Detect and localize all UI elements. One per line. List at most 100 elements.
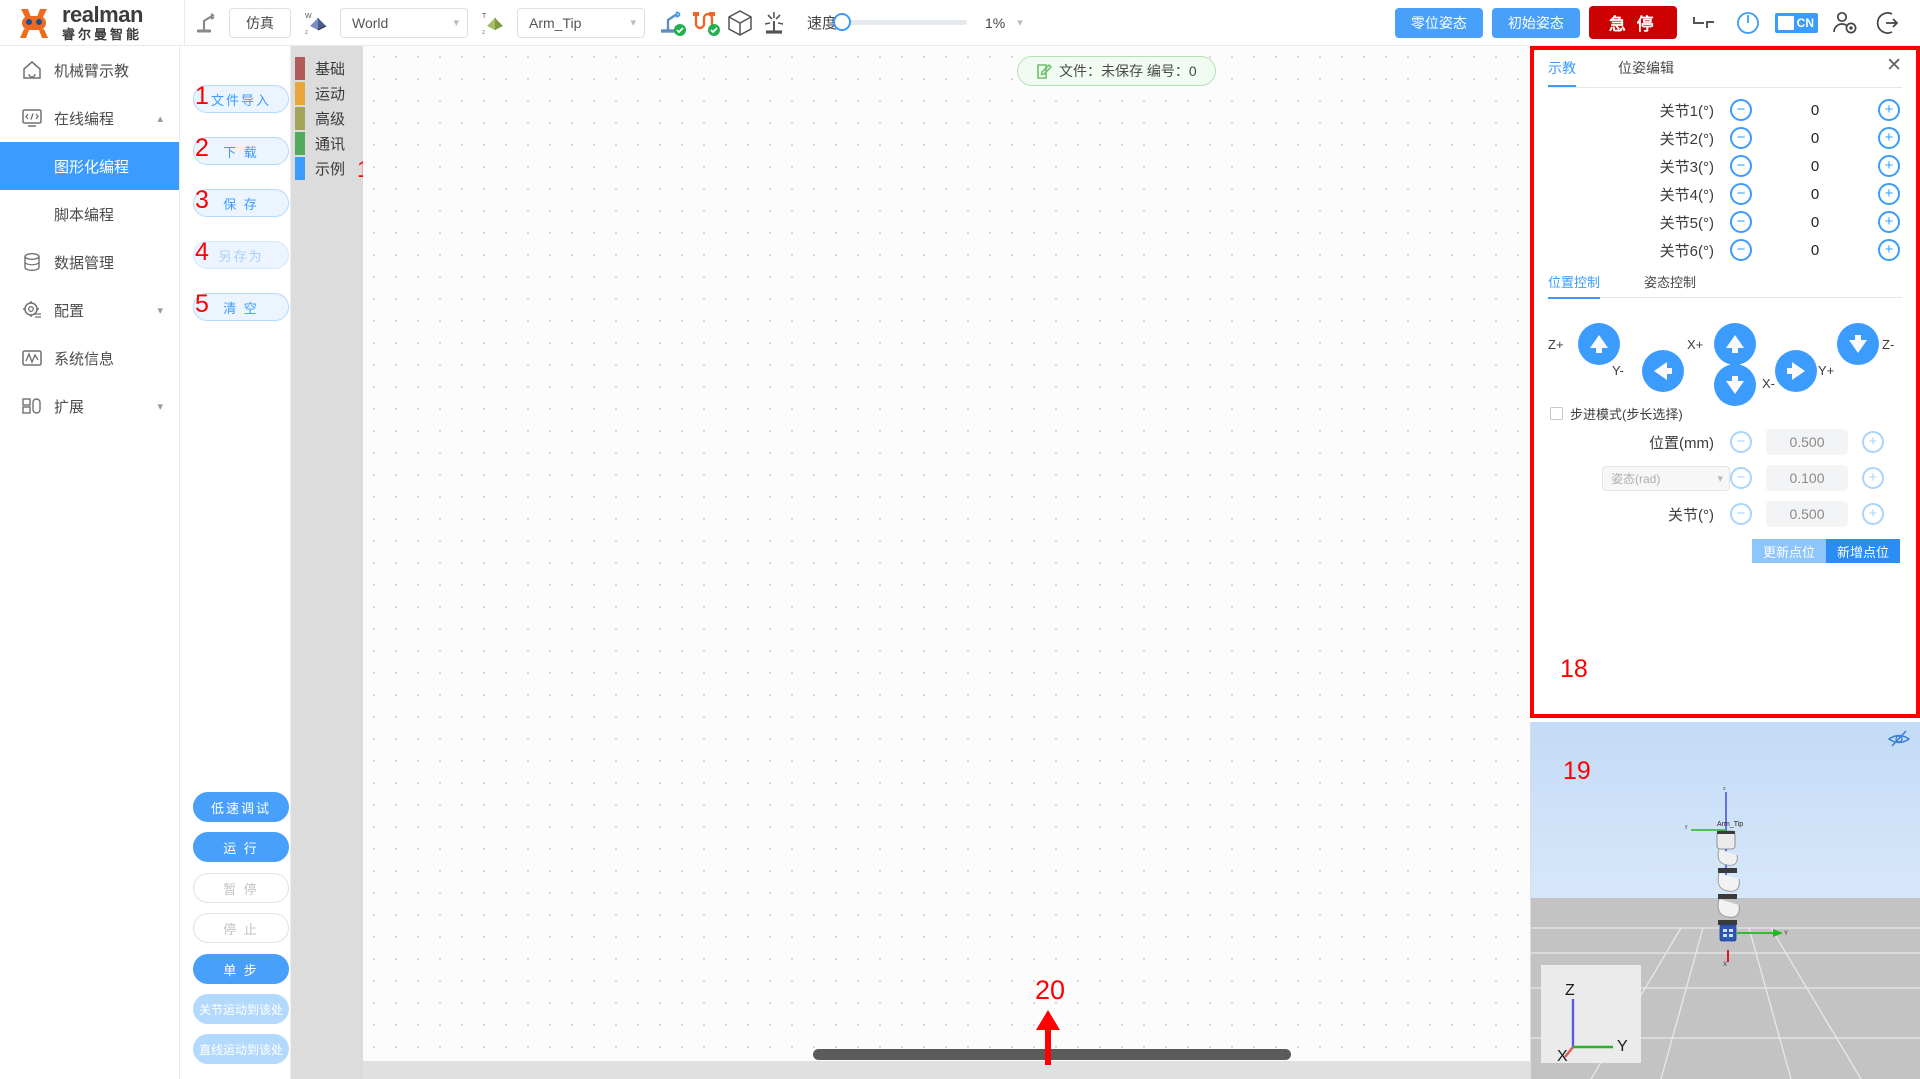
sidebar-item-data-management[interactable]: 数据管理	[0, 238, 179, 286]
run-button[interactable]: 运 行	[193, 832, 289, 862]
sidebar: 机械臂示教 在线编程 ▴ 图形化编程 脚本编程	[0, 46, 180, 1079]
joint-decrement-button[interactable]: −	[1730, 155, 1752, 177]
joint-row: 关节5(°) − 0 +	[1550, 208, 1900, 236]
jog-button-z-plus[interactable]	[1578, 323, 1620, 365]
cube-icon[interactable]	[723, 6, 757, 40]
chevron-down-icon: ▾	[630, 16, 636, 29]
svg-text:X: X	[1557, 1048, 1568, 1063]
language-icon[interactable]: CN	[1775, 13, 1818, 33]
palette-item-advanced[interactable]: 高级	[291, 106, 363, 131]
palette-item-communication[interactable]: 通讯	[291, 131, 363, 156]
annotation-3: 3	[195, 186, 209, 215]
step-attitude-input[interactable]: 0.100	[1766, 465, 1848, 491]
close-icon[interactable]: ✕	[1886, 56, 1902, 75]
step-attitude-row: 姿态(rad) ▾ − 0.100 +	[1550, 461, 1900, 495]
joint-increment-button[interactable]: +	[1878, 239, 1900, 261]
jog-button-z-minus[interactable]	[1837, 323, 1879, 365]
robot-arm-status-icon[interactable]	[655, 6, 689, 40]
cable-status-icon[interactable]	[689, 6, 723, 40]
joint-increment-button[interactable]: +	[1878, 155, 1900, 177]
world-frame-select[interactable]: World ▾	[340, 8, 468, 38]
sidebar-item-graphical-programming[interactable]: 图形化编程	[0, 142, 179, 190]
tab-position-control[interactable]: 位置控制	[1548, 272, 1600, 299]
collapse-icon[interactable]	[1687, 6, 1721, 40]
tool-frame-icon[interactable]: T z	[478, 6, 512, 40]
stop-button[interactable]: 停 止	[193, 913, 289, 943]
teach-arm-icon[interactable]	[189, 6, 223, 40]
palette-item-motion[interactable]: 运动	[291, 81, 363, 106]
sidebar-item-config[interactable]: 配置 ▾	[0, 286, 179, 334]
speed-chevron-down-icon[interactable]: ▾	[1017, 16, 1023, 29]
update-point-button[interactable]: 更新点位	[1752, 539, 1826, 563]
single-step-button[interactable]: 单 步	[193, 954, 289, 984]
svg-text:z: z	[1723, 786, 1726, 792]
jog-button-y-minus[interactable]	[1642, 350, 1684, 392]
workspace-canvas[interactable]: 文件：未保存 编号：0	[363, 46, 1530, 1079]
robot-3d-viewport[interactable]: z y Arm_Tip Y X	[1530, 722, 1920, 1079]
sidebar-item-script-programming[interactable]: 脚本编程	[0, 190, 179, 238]
tool-frame-select[interactable]: Arm_Tip ▾	[517, 8, 645, 38]
file-status-badge[interactable]: 文件：未保存 编号：0	[1017, 56, 1216, 86]
joint-decrement-button[interactable]: −	[1730, 127, 1752, 149]
user-settings-icon[interactable]	[1828, 6, 1862, 40]
step-position-input[interactable]: 0.500	[1766, 429, 1848, 455]
chevron-up-icon: ▴	[157, 112, 163, 125]
jog-button-y-plus[interactable]	[1775, 350, 1817, 392]
joint-increment-button[interactable]: +	[1878, 127, 1900, 149]
joint-decrement-button[interactable]: −	[1730, 183, 1752, 205]
sidebar-item-teach[interactable]: 机械臂示教	[0, 46, 179, 94]
sidebar-item-extensions[interactable]: 扩展 ▾	[0, 382, 179, 430]
step-position-decrement-button[interactable]: −	[1730, 431, 1752, 453]
joint-move-here-button[interactable]: 关节运动到该处	[193, 994, 289, 1024]
linear-move-here-button[interactable]: 直线运动到该处	[193, 1034, 289, 1064]
add-point-button[interactable]: 新增点位	[1826, 539, 1900, 563]
toolbar-divider	[184, 0, 185, 46]
eye-off-icon[interactable]	[1888, 729, 1910, 754]
palette-item-basic[interactable]: 基础	[291, 56, 363, 81]
step-mode-checkbox[interactable]	[1550, 407, 1563, 420]
step-position-increment-button[interactable]: +	[1862, 431, 1884, 453]
sidebar-item-system-info[interactable]: 系统信息	[0, 334, 179, 382]
step-attitude-select[interactable]: 姿态(rad) ▾	[1602, 466, 1730, 491]
world-frame-icon[interactable]: W z	[301, 6, 335, 40]
zero-pose-button[interactable]: 零位姿态	[1395, 8, 1483, 38]
robot-arm-model: z y Arm_Tip Y X	[1671, 784, 1801, 1024]
logout-icon[interactable]	[1872, 6, 1906, 40]
palette-item-example[interactable]: 示例	[291, 156, 363, 181]
jog-button-x-plus[interactable]	[1714, 323, 1756, 365]
low-speed-debug-button[interactable]: 低速调试	[193, 792, 289, 822]
world-frame-value: World	[352, 15, 388, 31]
control-tabbar: 位置控制 姿态控制	[1548, 272, 1902, 298]
tab-teach[interactable]: 示教	[1548, 58, 1576, 87]
step-attitude-decrement-button[interactable]: −	[1730, 467, 1752, 489]
jog-button-x-minus[interactable]	[1714, 364, 1756, 406]
svg-text:Y: Y	[1784, 931, 1788, 937]
joint-value: 0	[1752, 214, 1878, 231]
joint-decrement-button[interactable]: −	[1730, 239, 1752, 261]
tab-attitude-control[interactable]: 姿态控制	[1644, 272, 1696, 297]
power-icon[interactable]	[1731, 6, 1765, 40]
joint-decrement-button[interactable]: −	[1730, 99, 1752, 121]
tab-pose-edit[interactable]: 位姿编辑	[1618, 58, 1674, 85]
step-joint-increment-button[interactable]: +	[1862, 503, 1884, 525]
joint-increment-button[interactable]: +	[1878, 99, 1900, 121]
gear-icon	[20, 299, 44, 321]
brand-logo[interactable]: realman 睿尔曼智能	[0, 4, 180, 41]
teach-pendant-icon[interactable]	[757, 6, 791, 40]
speed-slider-handle[interactable]	[833, 13, 851, 31]
pause-button[interactable]: 暂 停	[193, 873, 289, 903]
step-attitude-increment-button[interactable]: +	[1862, 467, 1884, 489]
jog-label-y-plus: Y+	[1818, 363, 1834, 378]
speed-slider[interactable]	[841, 20, 967, 25]
sidebar-item-online-programming[interactable]: 在线编程 ▴	[0, 94, 179, 142]
joint-decrement-button[interactable]: −	[1730, 211, 1752, 233]
joint-increment-button[interactable]: +	[1878, 211, 1900, 233]
joint-increment-button[interactable]: +	[1878, 183, 1900, 205]
step-joint-input[interactable]: 0.500	[1766, 501, 1848, 527]
jog-pad: Z+ Y- X+ X- Y+ Z-	[1534, 304, 1916, 400]
sim-button[interactable]: 仿真	[229, 8, 291, 38]
emergency-stop-button[interactable]: 急 停	[1589, 6, 1677, 39]
step-joint-decrement-button[interactable]: −	[1730, 503, 1752, 525]
init-pose-button[interactable]: 初始姿态	[1492, 8, 1580, 38]
realman-logo-icon	[14, 5, 54, 41]
